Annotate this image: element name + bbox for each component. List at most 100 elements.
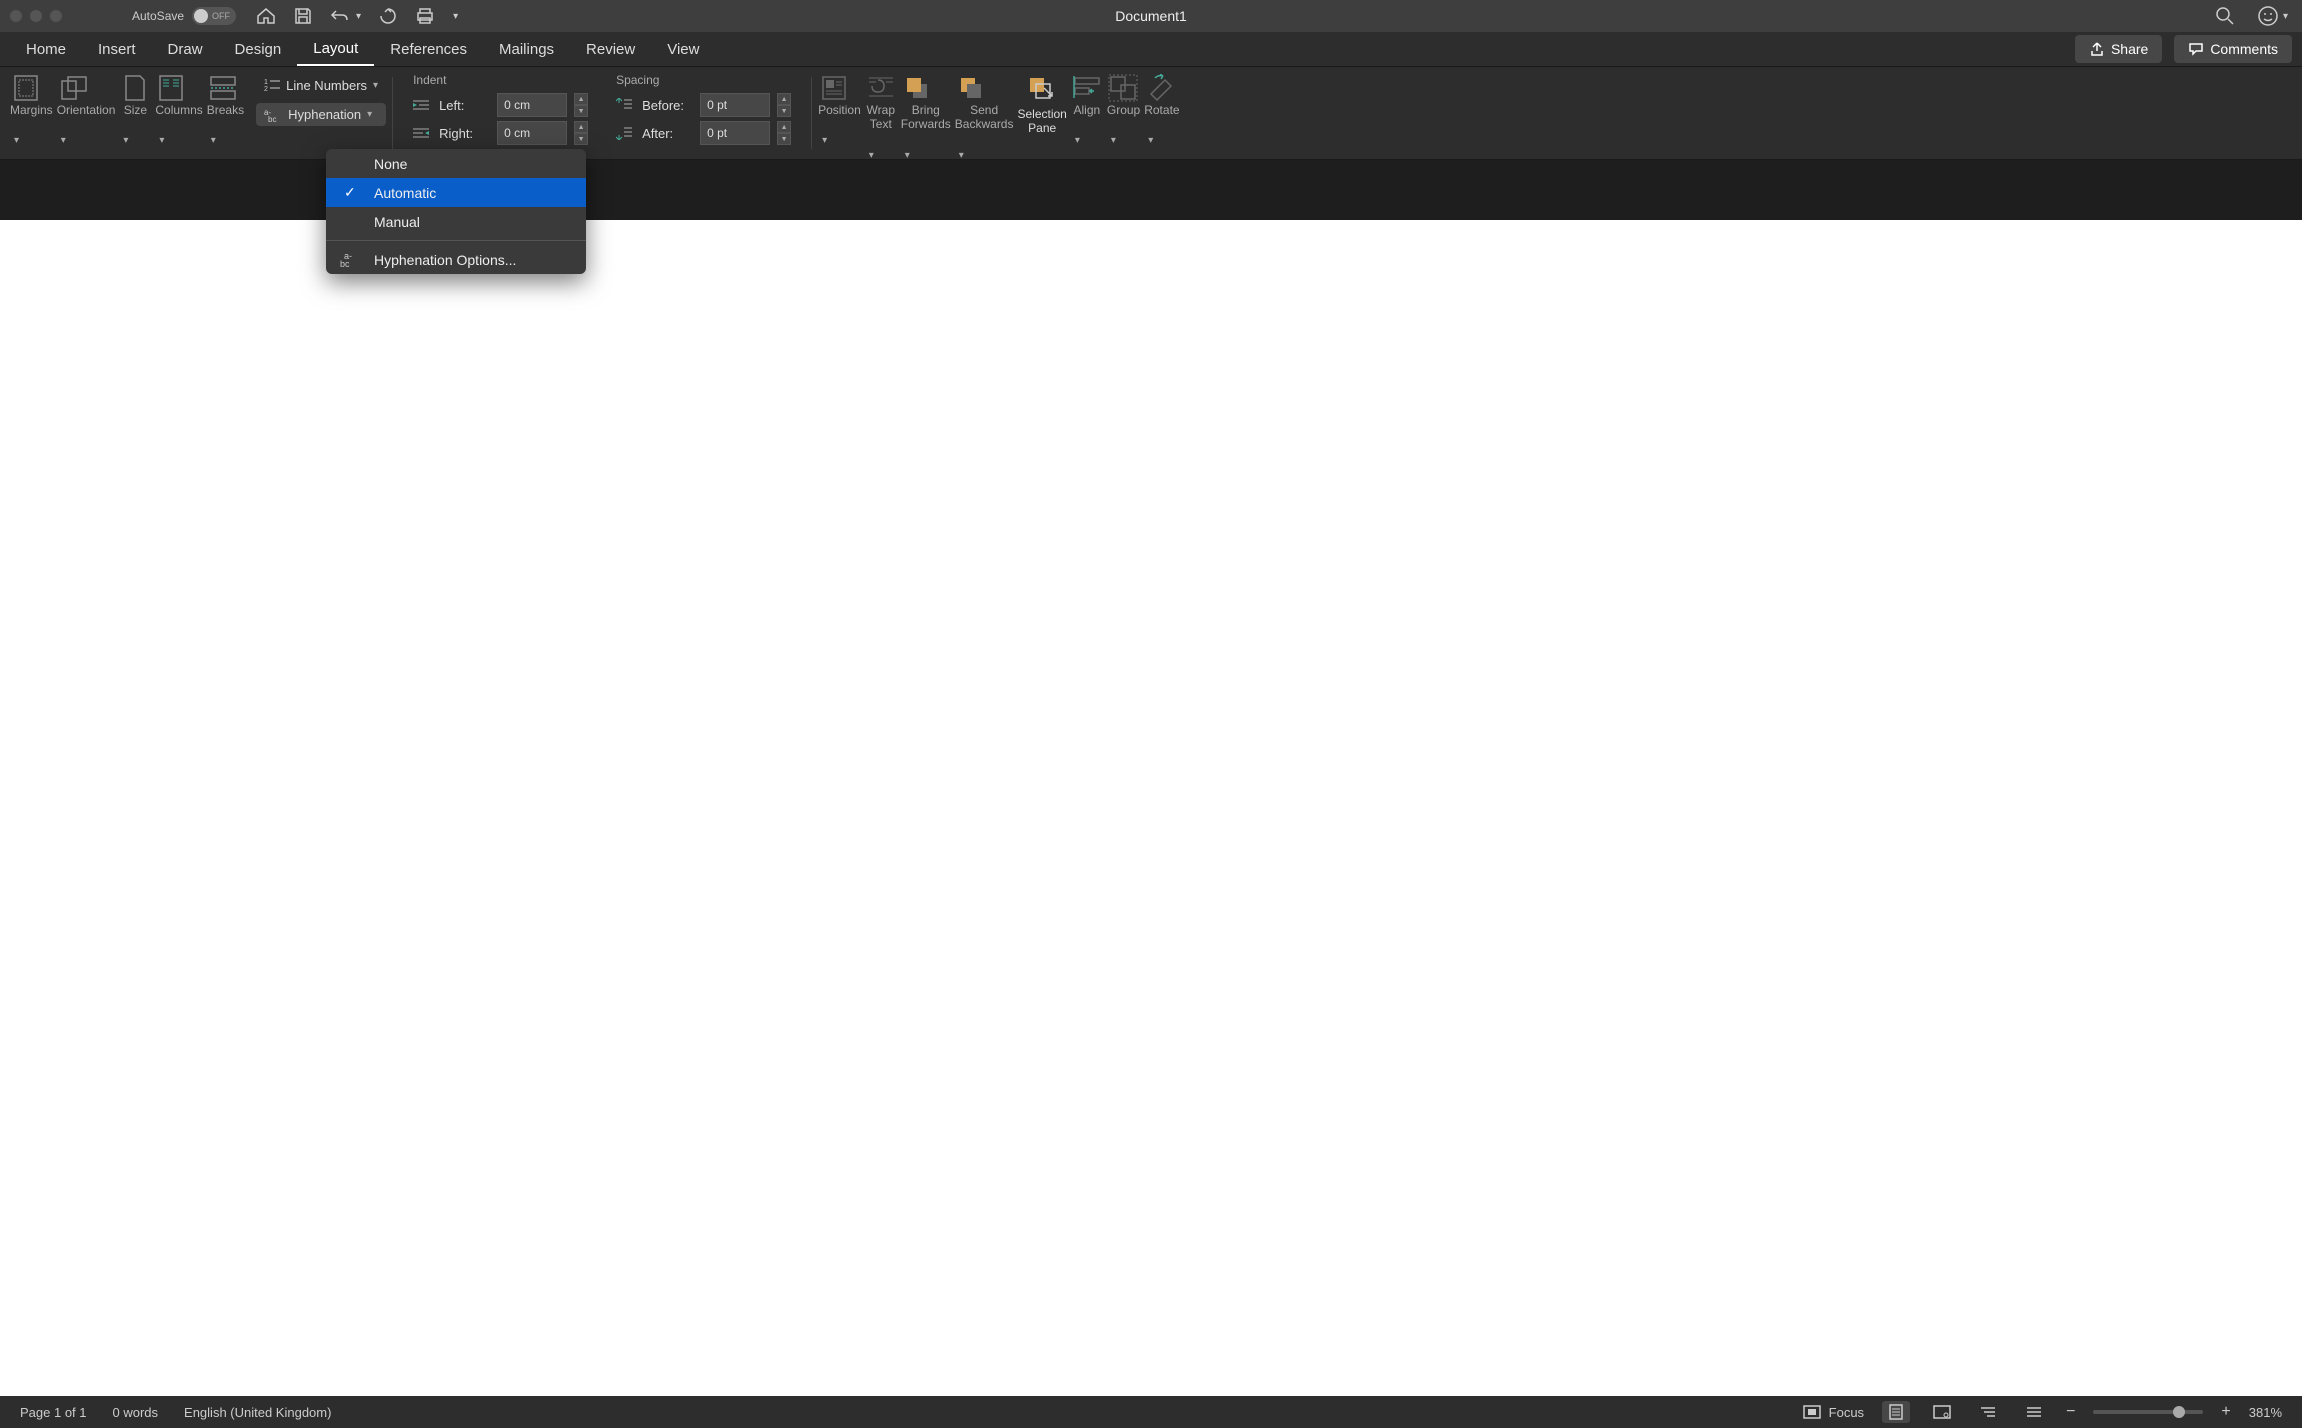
menu-item-none[interactable]: None: [326, 149, 586, 178]
comments-button[interactable]: Comments: [2174, 35, 2292, 63]
menu-item-automatic[interactable]: ✓ Automatic: [326, 178, 586, 207]
line-numbers-label: Line Numbers: [286, 78, 367, 93]
group-button[interactable]: Group ▾: [1107, 73, 1140, 146]
zoom-out-button[interactable]: −: [2066, 1403, 2075, 1421]
send-backwards-button[interactable]: Send Backwards ▾: [955, 73, 1014, 161]
draft-view-icon[interactable]: [2020, 1401, 2048, 1423]
chevron-down-icon[interactable]: ▾: [61, 135, 66, 146]
selection-pane-button[interactable]: Selection Pane: [1017, 73, 1066, 136]
indent-right-down[interactable]: ▼: [574, 133, 588, 145]
autosave-control: AutoSave OFF: [132, 7, 236, 25]
emoji-icon[interactable]: ▾: [2257, 5, 2288, 27]
print-layout-view-icon[interactable]: [1882, 1401, 1910, 1423]
share-button[interactable]: Share: [2075, 35, 2162, 63]
zoom-in-button[interactable]: +: [2221, 1403, 2230, 1421]
indent-right-label: Right:: [439, 126, 489, 141]
tab-view[interactable]: View: [651, 32, 715, 66]
indent-left-up[interactable]: ▲: [574, 93, 588, 105]
spacing-after-label: After:: [642, 126, 692, 141]
save-icon[interactable]: [294, 7, 312, 25]
tab-layout[interactable]: Layout: [297, 32, 374, 66]
wrap-text-label: Wrap Text: [865, 103, 897, 132]
indent-header: Indent: [413, 73, 588, 87]
home-icon[interactable]: [256, 7, 276, 25]
position-label: Position: [818, 103, 861, 117]
columns-button[interactable]: Columns ▾: [155, 73, 202, 153]
orientation-label: Orientation: [57, 103, 116, 117]
align-button[interactable]: Align ▾: [1071, 73, 1103, 146]
indent-right-input[interactable]: 0 cm: [497, 121, 567, 145]
margins-label: Margins: [10, 103, 53, 117]
print-icon[interactable]: [415, 7, 435, 25]
orientation-button[interactable]: Orientation ▾: [57, 73, 116, 153]
status-bar: Page 1 of 1 0 words English (United King…: [0, 1396, 2302, 1428]
breaks-button[interactable]: Breaks ▾: [207, 73, 244, 153]
tab-draw[interactable]: Draw: [152, 32, 219, 66]
comments-label: Comments: [2210, 41, 2278, 57]
spacing-before-label: Before:: [642, 98, 692, 113]
spacing-before-down[interactable]: ▼: [777, 105, 791, 117]
tab-design[interactable]: Design: [219, 32, 298, 66]
chevron-down-icon[interactable]: ▾: [1148, 135, 1153, 146]
wrap-text-button[interactable]: Wrap Text ▾: [865, 73, 897, 161]
search-icon[interactable]: [2215, 6, 2235, 26]
rotate-label: Rotate: [1144, 103, 1179, 117]
word-count[interactable]: 0 words: [113, 1405, 159, 1420]
title-bar: AutoSave OFF ▾ ▾ Document1 ▾: [0, 0, 2302, 32]
position-button[interactable]: Position ▾: [818, 73, 861, 146]
selection-pane-label: Selection Pane: [1017, 107, 1066, 136]
outline-view-icon[interactable]: [1974, 1401, 2002, 1423]
document-page[interactable]: [0, 220, 2302, 1396]
zoom-level[interactable]: 381%: [2249, 1405, 2282, 1420]
spacing-after-up[interactable]: ▲: [777, 121, 791, 133]
chevron-down-icon[interactable]: ▾: [1075, 135, 1080, 146]
page-indicator[interactable]: Page 1 of 1: [20, 1405, 87, 1420]
maximize-window-button[interactable]: [50, 10, 62, 22]
focus-button[interactable]: Focus: [1803, 1405, 1864, 1420]
chevron-down-icon[interactable]: ▾: [822, 135, 827, 146]
hyphenation-menu: None ✓ Automatic Manual a-bc Hyphenation…: [326, 149, 586, 274]
menu-item-manual[interactable]: Manual: [326, 207, 586, 236]
menu-item-hyphenation-options[interactable]: a-bc Hyphenation Options...: [326, 245, 586, 274]
tab-references[interactable]: References: [374, 32, 483, 66]
indent-left-input[interactable]: 0 cm: [497, 93, 567, 117]
align-label: Align: [1071, 103, 1103, 117]
size-button[interactable]: Size ▾: [119, 73, 151, 153]
spacing-after-down[interactable]: ▼: [777, 133, 791, 145]
undo-icon[interactable]: [330, 8, 350, 24]
customize-qat-icon[interactable]: ▾: [453, 11, 458, 22]
tab-mailings[interactable]: Mailings: [483, 32, 570, 66]
spacing-before-up[interactable]: ▲: [777, 93, 791, 105]
bring-forwards-button[interactable]: Bring Forwards ▾: [901, 73, 951, 161]
line-numbers-button[interactable]: 12 Line Numbers ▾: [256, 73, 386, 97]
chevron-down-icon[interactable]: ▾: [159, 135, 164, 146]
margins-button[interactable]: Margins ▾: [10, 73, 53, 153]
zoom-slider[interactable]: [2093, 1410, 2203, 1414]
chevron-down-icon[interactable]: ▾: [123, 135, 128, 146]
repeat-icon[interactable]: [379, 7, 397, 25]
rotate-button[interactable]: Rotate ▾: [1144, 73, 1179, 146]
chevron-down-icon[interactable]: ▾: [14, 135, 19, 146]
spacing-before-input[interactable]: 0 pt: [700, 93, 770, 117]
close-window-button[interactable]: [10, 10, 22, 22]
indent-left-down[interactable]: ▼: [574, 105, 588, 117]
spacing-header: Spacing: [616, 73, 791, 87]
minimize-window-button[interactable]: [30, 10, 42, 22]
svg-text:bc: bc: [268, 115, 276, 122]
tab-insert[interactable]: Insert: [82, 32, 152, 66]
autosave-toggle[interactable]: OFF: [192, 7, 236, 25]
tab-home[interactable]: Home: [10, 32, 82, 66]
indent-right-up[interactable]: ▲: [574, 121, 588, 133]
tab-review[interactable]: Review: [570, 32, 651, 66]
chevron-down-icon[interactable]: ▾: [211, 135, 216, 146]
send-backwards-label: Send Backwards: [955, 103, 1014, 132]
undo-dropdown-icon[interactable]: ▾: [356, 11, 361, 22]
web-layout-view-icon[interactable]: [1928, 1401, 1956, 1423]
svg-text:bc: bc: [340, 259, 350, 268]
group-label: Group: [1107, 103, 1140, 117]
spacing-after-input[interactable]: 0 pt: [700, 121, 770, 145]
language-indicator[interactable]: English (United Kingdom): [184, 1405, 331, 1420]
chevron-down-icon[interactable]: ▾: [1111, 135, 1116, 146]
hyphenation-button[interactable]: a-bc Hyphenation ▾: [256, 103, 386, 126]
document-area: [0, 160, 2302, 1396]
